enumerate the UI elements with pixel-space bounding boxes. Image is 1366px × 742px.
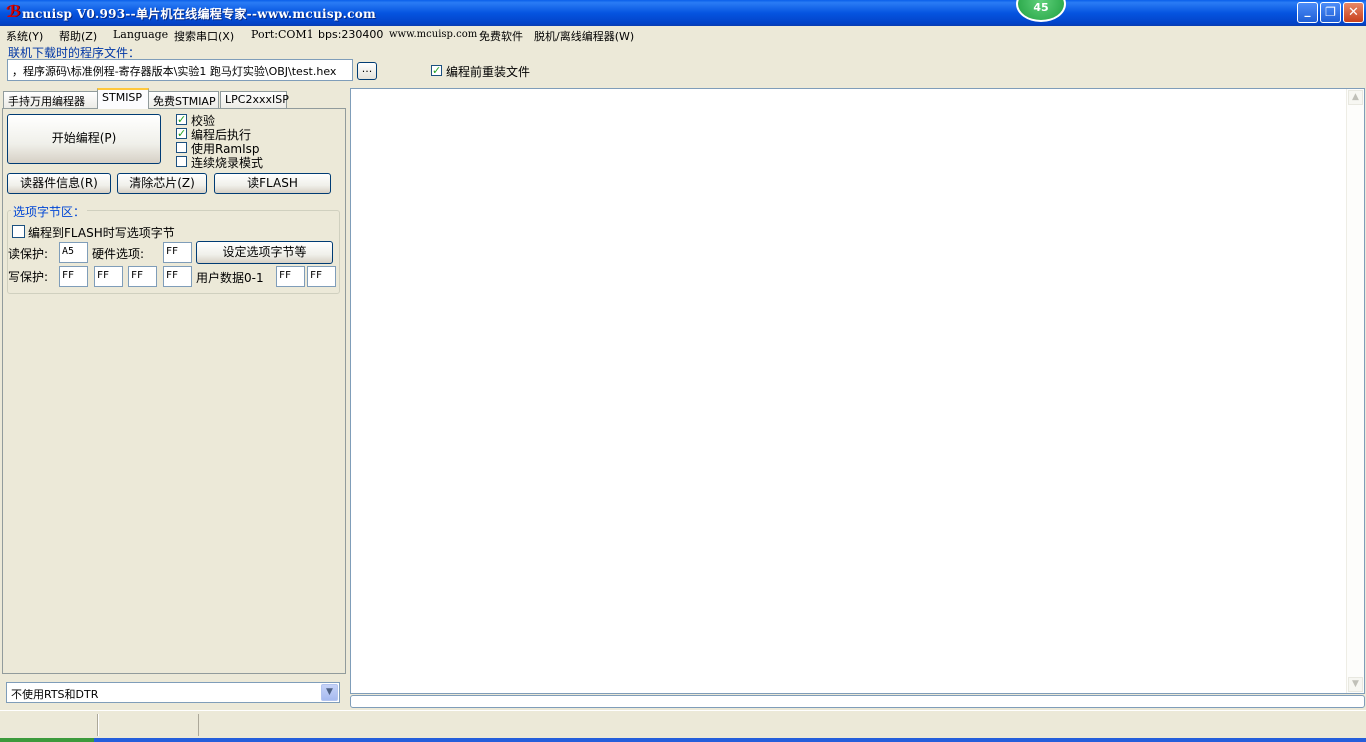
reload-file-checkbox[interactable]: ✓ xyxy=(431,65,442,76)
status-bar xyxy=(0,710,1366,739)
minimize-button[interactable]: _ xyxy=(1297,2,1318,23)
check-icon: ✓ xyxy=(177,127,187,140)
scroll-down-icon[interactable]: ▼ xyxy=(1348,677,1363,692)
browse-button[interactable]: ... xyxy=(357,62,377,80)
window-title: mcuisp V0.993--单片机在线编程专家--www.mcuisp.com xyxy=(22,7,377,21)
write-option-bytes-checkbox[interactable] xyxy=(12,225,25,238)
menu-search-port[interactable]: 搜索串口(X) xyxy=(174,28,234,44)
verify-checkbox[interactable]: ✓ xyxy=(176,114,187,125)
user-data-field-1[interactable]: FF xyxy=(307,266,336,287)
user-data-field-0[interactable]: FF xyxy=(276,266,305,287)
rts-dtr-select[interactable]: 不使用RTS和DTR ▼ xyxy=(6,682,340,703)
tab-stmisp[interactable]: STMISP xyxy=(97,88,149,109)
check-icon: ✓ xyxy=(177,113,187,126)
read-protect-label: 读保护: xyxy=(8,247,49,261)
program-file-path-input[interactable]: ，程序源码\标准例程-寄存器版本\实验1 跑马灯实验\OBJ\test.hex xyxy=(7,59,353,81)
hardware-option-field[interactable]: FF xyxy=(163,242,192,263)
title-bar[interactable]: ℬ mcuisp V0.993--单片机在线编程专家--www.mcuisp.c… xyxy=(0,0,1366,26)
menu-free-software[interactable]: 免费软件 xyxy=(479,28,523,44)
tab-label: STMISP xyxy=(102,91,143,104)
write-protect-field-1[interactable]: FF xyxy=(94,266,123,287)
tab-lpc2xxxisp[interactable]: LPC2xxxISP xyxy=(220,91,289,108)
tab-label: LPC2xxxISP xyxy=(225,93,289,106)
vertical-scrollbar[interactable]: ▲ ▼ xyxy=(1346,89,1364,693)
menu-website[interactable]: www.mcuisp.com xyxy=(389,29,477,40)
hardware-option-label: 硬件选项: xyxy=(92,247,145,261)
chevron-down-icon[interactable]: ▼ xyxy=(321,684,338,701)
set-option-bytes-button[interactable]: 设定选项字节等 xyxy=(196,241,333,264)
close-button[interactable]: ✕ xyxy=(1343,2,1364,23)
app-icon: ℬ xyxy=(6,2,21,21)
menu-help[interactable]: 帮助(Z) xyxy=(59,28,97,44)
menu-language[interactable]: Language xyxy=(113,28,168,41)
menu-bar: 系统(Y) 帮助(Z) Language 搜索串口(X) Port:COM1 b… xyxy=(0,26,1366,45)
menu-port[interactable]: Port:COM1 xyxy=(251,28,314,41)
write-protect-field-3[interactable]: FF xyxy=(163,266,192,287)
write-option-bytes-label: 编程到FLASH时写选项字节 xyxy=(28,226,175,240)
close-icon: ✕ xyxy=(1348,5,1359,20)
menu-bps[interactable]: bps:230400 xyxy=(318,28,383,41)
continuous-burn-label: 连续烧录模式 xyxy=(191,156,264,170)
read-flash-button[interactable]: 读FLASH xyxy=(214,173,331,194)
tab-label: 免费STMIAP xyxy=(153,95,216,108)
erase-chip-button[interactable]: 清除芯片(Z) xyxy=(117,173,207,194)
status-panel-1 xyxy=(0,714,98,736)
tab-free-stmiap[interactable]: 免费STMIAP xyxy=(148,91,219,108)
use-ramisp-checkbox[interactable] xyxy=(176,142,187,153)
tab-handheld-programmer[interactable]: 手持万用编程器 xyxy=(3,91,98,108)
minimize-icon: _ xyxy=(1304,3,1311,17)
run-after-program-checkbox[interactable]: ✓ xyxy=(176,128,187,139)
menu-offline-programmer[interactable]: 脱机/离线编程器(W) xyxy=(534,28,634,44)
maximize-icon: ❐ xyxy=(1325,5,1336,19)
start-program-button[interactable]: 开始编程(P) xyxy=(7,114,161,164)
taskbar-strip xyxy=(0,738,1366,742)
check-icon: ✓ xyxy=(432,64,442,77)
status-panel-2 xyxy=(98,714,199,736)
rts-dtr-selected-value: 不使用RTS和DTR xyxy=(11,688,99,701)
write-protect-field-0[interactable]: FF xyxy=(59,266,88,287)
write-protect-label: 写保护: xyxy=(8,270,49,284)
progress-bar xyxy=(350,695,1365,708)
read-device-info-button[interactable]: 读器件信息(R) xyxy=(7,173,111,194)
output-log-area[interactable]: ▲ ▼ xyxy=(350,88,1365,694)
continuous-burn-checkbox[interactable] xyxy=(176,156,187,167)
menu-system[interactable]: 系统(Y) xyxy=(6,28,43,44)
write-protect-field-2[interactable]: FF xyxy=(128,266,157,287)
read-protect-field[interactable]: A5 xyxy=(59,242,88,263)
tab-label: 手持万用编程器 xyxy=(8,95,85,108)
user-data-label: 用户数据0-1 xyxy=(196,271,264,285)
option-bytes-legend: 选项字节区： xyxy=(11,203,88,220)
reload-file-label: 编程前重装文件 xyxy=(446,65,531,79)
maximize-button[interactable]: ❐ xyxy=(1320,2,1341,23)
notification-badge[interactable]: 45 xyxy=(1016,0,1066,22)
scroll-up-icon[interactable]: ▲ xyxy=(1348,90,1363,105)
